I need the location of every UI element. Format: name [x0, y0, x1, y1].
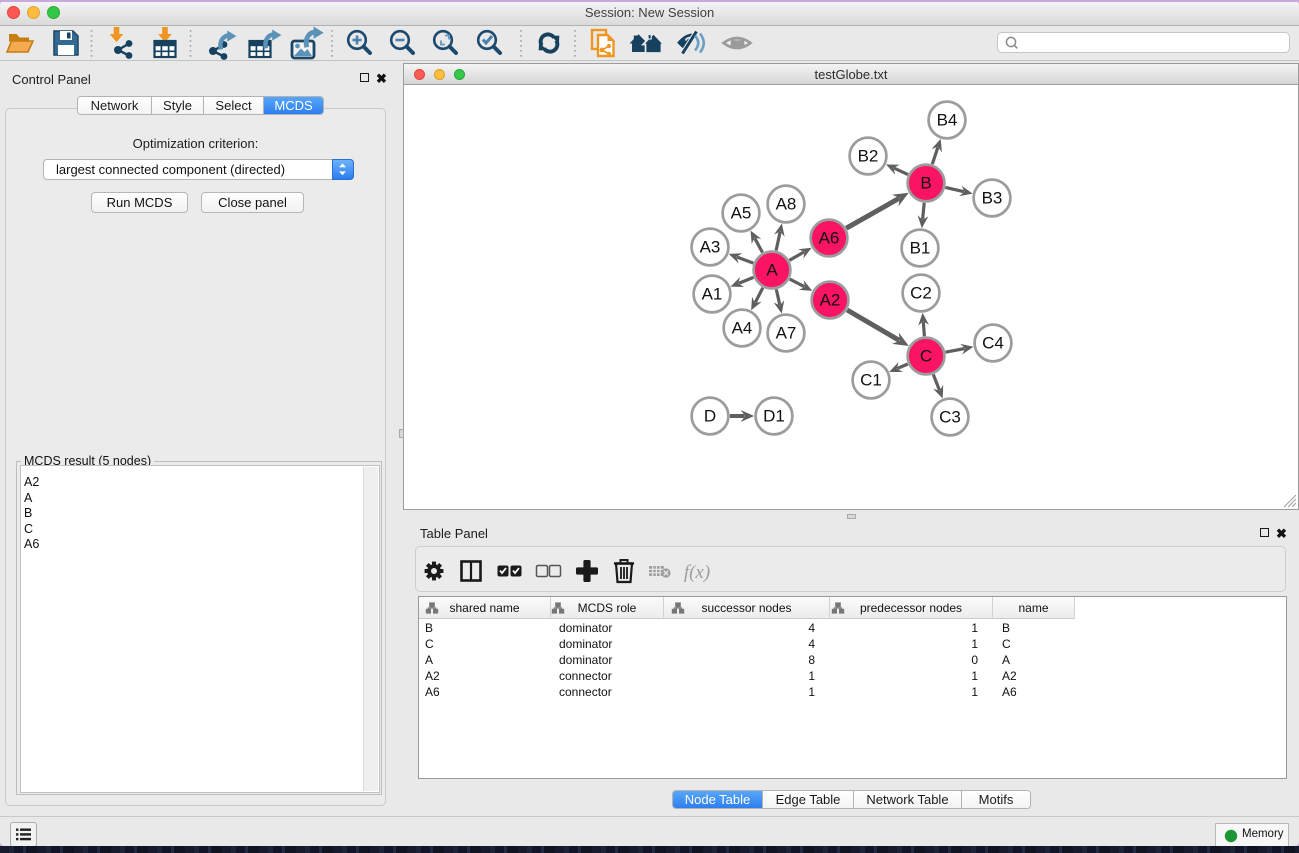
svg-text:A7: A7	[776, 324, 797, 343]
svg-text:A5: A5	[731, 204, 752, 223]
svg-text:C1: C1	[860, 371, 882, 390]
svg-text:C: C	[920, 347, 932, 366]
svg-text:B4: B4	[937, 111, 958, 130]
svg-text:B: B	[920, 174, 931, 193]
svg-text:D: D	[704, 407, 716, 426]
svg-text:B1: B1	[910, 239, 931, 258]
svg-text:C4: C4	[982, 334, 1004, 353]
svg-text:A1: A1	[702, 285, 723, 304]
svg-text:A: A	[766, 261, 778, 280]
svg-text:A2: A2	[820, 291, 841, 310]
svg-text:C3: C3	[939, 408, 961, 427]
svg-text:D1: D1	[763, 407, 785, 426]
svg-text:A3: A3	[700, 238, 721, 257]
svg-text:A4: A4	[732, 319, 753, 338]
svg-text:f(x): f(x)	[684, 562, 710, 583]
svg-text:A8: A8	[776, 195, 797, 214]
svg-text:C2: C2	[910, 284, 932, 303]
svg-text:A6: A6	[819, 229, 840, 248]
svg-text:B3: B3	[982, 189, 1003, 208]
svg-text:B2: B2	[858, 147, 879, 166]
